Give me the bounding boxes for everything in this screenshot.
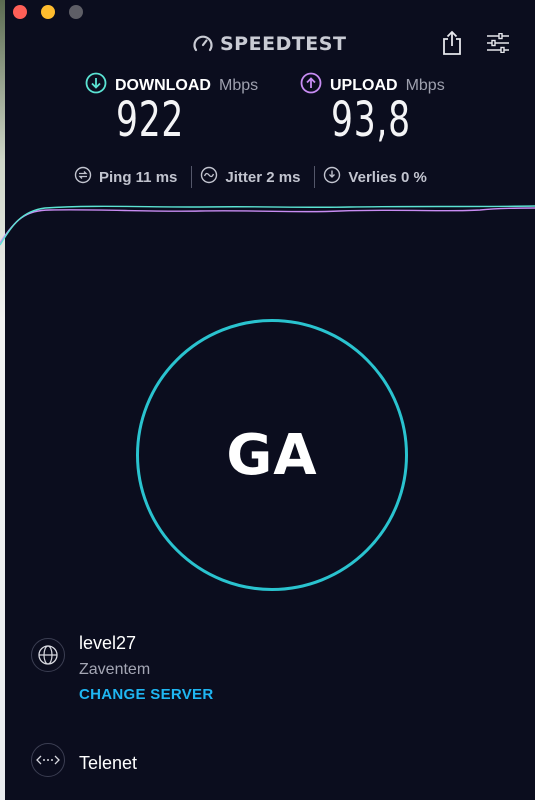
loss-text: Verlies 0 % [348,168,427,186]
window-maximize-button[interactable] [69,5,83,19]
upload-graph-line [0,207,535,244]
upload-unit: Mbps [405,76,445,94]
divider [314,166,316,188]
ping-text: Ping 11 ms [99,168,178,186]
divider [191,166,193,188]
loss-stat: Verlies 0 % [323,166,427,188]
logo-text: SPEEDTEST [220,33,347,55]
go-button-label: GA [226,422,318,488]
server-location: Zaventem [79,661,151,678]
go-button[interactable]: GA [136,319,408,591]
share-icon[interactable] [441,30,463,61]
speed-graph [0,205,535,246]
window-close-button[interactable] [13,5,27,19]
download-value: 922 [116,92,185,148]
server-name: level27 [79,633,137,653]
ping-icon [74,166,92,188]
packet-loss-icon [323,166,341,188]
sliders-icon[interactable] [486,32,510,58]
window-minimize-button[interactable] [41,5,55,19]
speedtest-logo: SPEEDTEST [192,33,346,55]
change-server-link[interactable]: CHANGE SERVER [79,686,213,703]
download-unit: Mbps [218,76,259,94]
jitter-text: Jitter 2 ms [225,168,301,186]
connection-dots-icon [31,743,65,777]
gauge-icon [192,33,214,55]
upload-value: 93,8 [331,92,411,148]
jitter-stat: Jitter 2 ms [200,166,300,188]
background-window-edge [0,0,5,800]
title-bar [0,0,535,28]
arrow-up-circle-icon [300,72,322,99]
provider-name: Telenet [79,753,138,773]
latency-stats: Ping 11 ms Jitter 2 ms Verlies 0 % [74,166,427,188]
ping-stat: Ping 11 ms [74,166,177,188]
arrow-down-circle-icon [85,72,107,99]
speedtest-window: SPEEDTEST DOWNLOAD Mbps 922 UPLOAD Mbps … [0,0,535,800]
jitter-icon [200,166,218,188]
globe-icon [31,638,65,672]
